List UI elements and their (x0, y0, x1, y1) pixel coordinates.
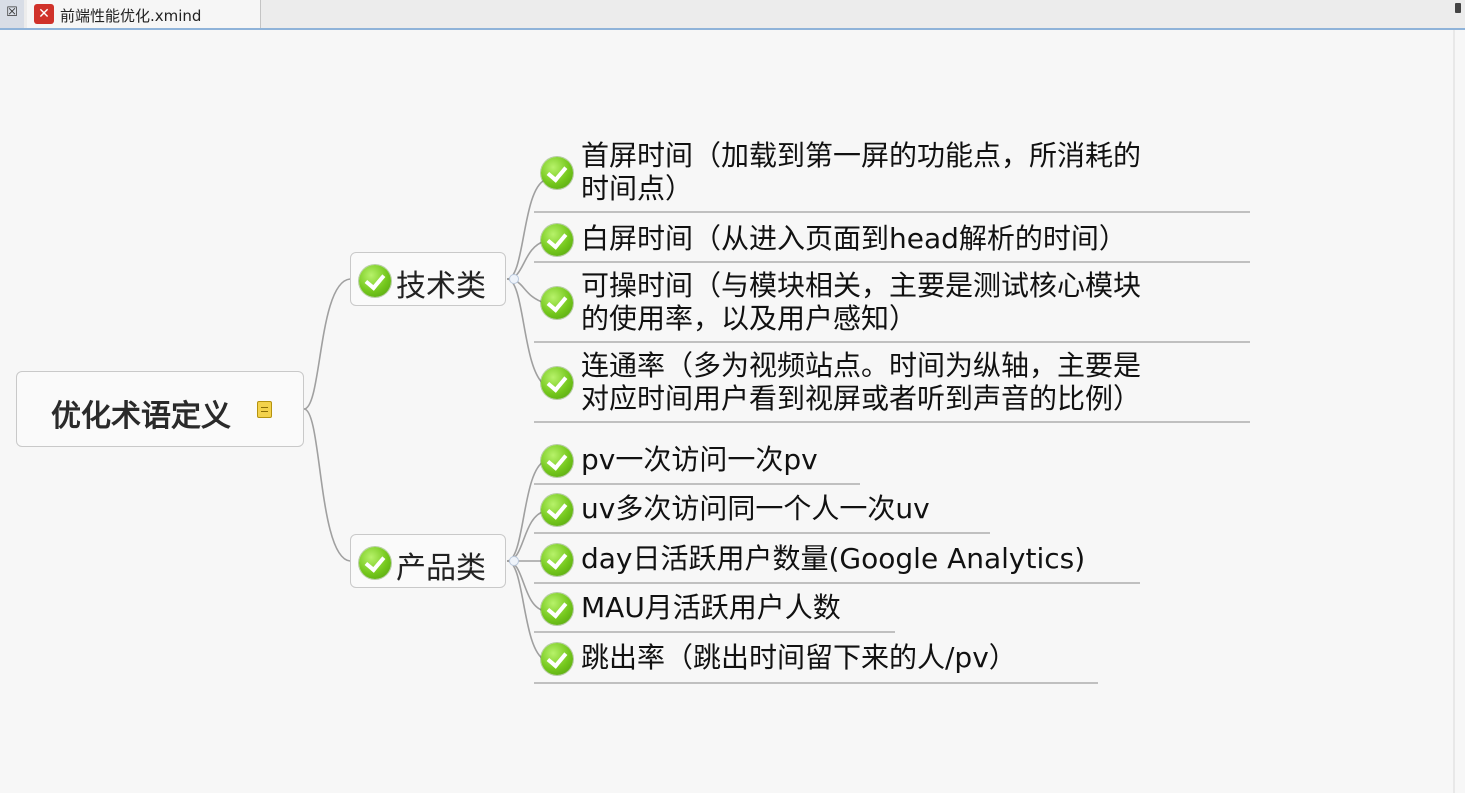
check-circle-icon (541, 367, 573, 399)
subtopic-mau[interactable]: MAU月活跃用户人数 (541, 592, 901, 626)
subtopic-line: 可操时间（与模块相关，主要是测试核心模块 (581, 269, 1142, 302)
check-circle-icon (541, 287, 573, 319)
connector-product-to-sub2 (506, 510, 546, 562)
subtopic-line: 连通率（多为视频站点。时间为纵轴，主要是 (581, 349, 1142, 382)
note-icon[interactable] (257, 401, 272, 418)
collapse-toggle-icon[interactable] (509, 556, 519, 566)
subtopic-connectivity-rate[interactable]: 连通率（多为视频站点。时间为纵轴，主要是 对应时间用户看到视屏或者听到声音的比例… (541, 350, 1251, 416)
subtopic-line: 跳出率（跳出时间留下来的人/pv） (581, 641, 1017, 674)
subtopic-white-screen-time[interactable]: 白屏时间（从进入页面到head解析的时间） (541, 223, 1251, 257)
close-all-tabs-icon[interactable]: ☒ (0, 0, 24, 28)
subtopic-uv[interactable]: uv多次访问同一个人一次uv (541, 493, 1001, 527)
connector-product-to-sub5 (506, 560, 546, 661)
check-circle-icon (359, 547, 391, 579)
check-circle-icon (541, 224, 573, 256)
tab-title: 前端性能优化.xmind (60, 7, 202, 25)
subtopic-line: 时间点） (581, 172, 694, 205)
check-circle-icon (541, 643, 573, 675)
subtopic-line: 首屏时间（加载到第一屏的功能点，所消耗的 (581, 139, 1142, 172)
window-control-icon[interactable] (1455, 3, 1461, 13)
connector-tech-to-sub1 (506, 179, 546, 280)
document-tab[interactable]: ✕ 前端性能优化.xmind (27, 0, 261, 28)
topic-product[interactable]: 产品类 (350, 534, 506, 588)
subtopic-line: 白屏时间（从进入页面到head解析的时间） (581, 222, 1127, 255)
check-circle-icon (541, 157, 573, 189)
subtopic-line: uv多次访问同一个人一次uv (581, 492, 930, 525)
connector-central-to-product (303, 408, 351, 562)
subtopic-pv[interactable]: pv一次访问一次pv (541, 444, 871, 478)
topic-tech-label: 技术类 (396, 269, 486, 304)
subtopic-dau[interactable]: day日活跃用户数量(Google Analytics) (541, 543, 1141, 577)
subtopic-line: 对应时间用户看到视屏或者听到声音的比例） (581, 382, 1142, 415)
connector-product-to-sub1 (506, 460, 546, 562)
connector-product-to-sub4 (506, 560, 546, 612)
subtopic-line: MAU月活跃用户人数 (581, 591, 841, 624)
check-circle-icon (541, 445, 573, 477)
subtopic-line: pv一次访问一次pv (581, 443, 818, 476)
check-circle-icon (359, 265, 391, 297)
collapse-toggle-icon[interactable] (509, 274, 519, 284)
subtopic-line: 的使用率，以及用户感知） (581, 302, 918, 335)
subtopic-first-screen-time[interactable]: 首屏时间（加载到第一屏的功能点，所消耗的 时间点） (541, 140, 1251, 206)
connector-central-to-tech (303, 278, 351, 410)
central-topic[interactable]: 优化术语定义 (16, 371, 304, 447)
subtopic-line: day日活跃用户数量(Google Analytics) (581, 542, 1086, 575)
subtopic-operable-time[interactable]: 可操时间（与模块相关，主要是测试核心模块 的使用率，以及用户感知） (541, 270, 1251, 336)
check-circle-icon (541, 494, 573, 526)
central-topic-label: 优化术语定义 (51, 399, 231, 434)
subtopic-bounce-rate[interactable]: 跳出率（跳出时间留下来的人/pv） (541, 642, 1101, 676)
topic-tech[interactable]: 技术类 (350, 252, 506, 306)
tab-bar: ☒ ✕ 前端性能优化.xmind (0, 0, 1465, 30)
mindmap-canvas[interactable]: 优化术语定义 技术类 产品类 首屏时间（加载到第一屏的功能点，所消耗的 时间点）… (0, 30, 1465, 793)
check-circle-icon (541, 593, 573, 625)
check-circle-icon (541, 544, 573, 576)
xmind-app-icon: ✕ (34, 4, 54, 24)
topic-product-label: 产品类 (396, 551, 486, 586)
connector-tech-to-sub4 (506, 278, 546, 386)
